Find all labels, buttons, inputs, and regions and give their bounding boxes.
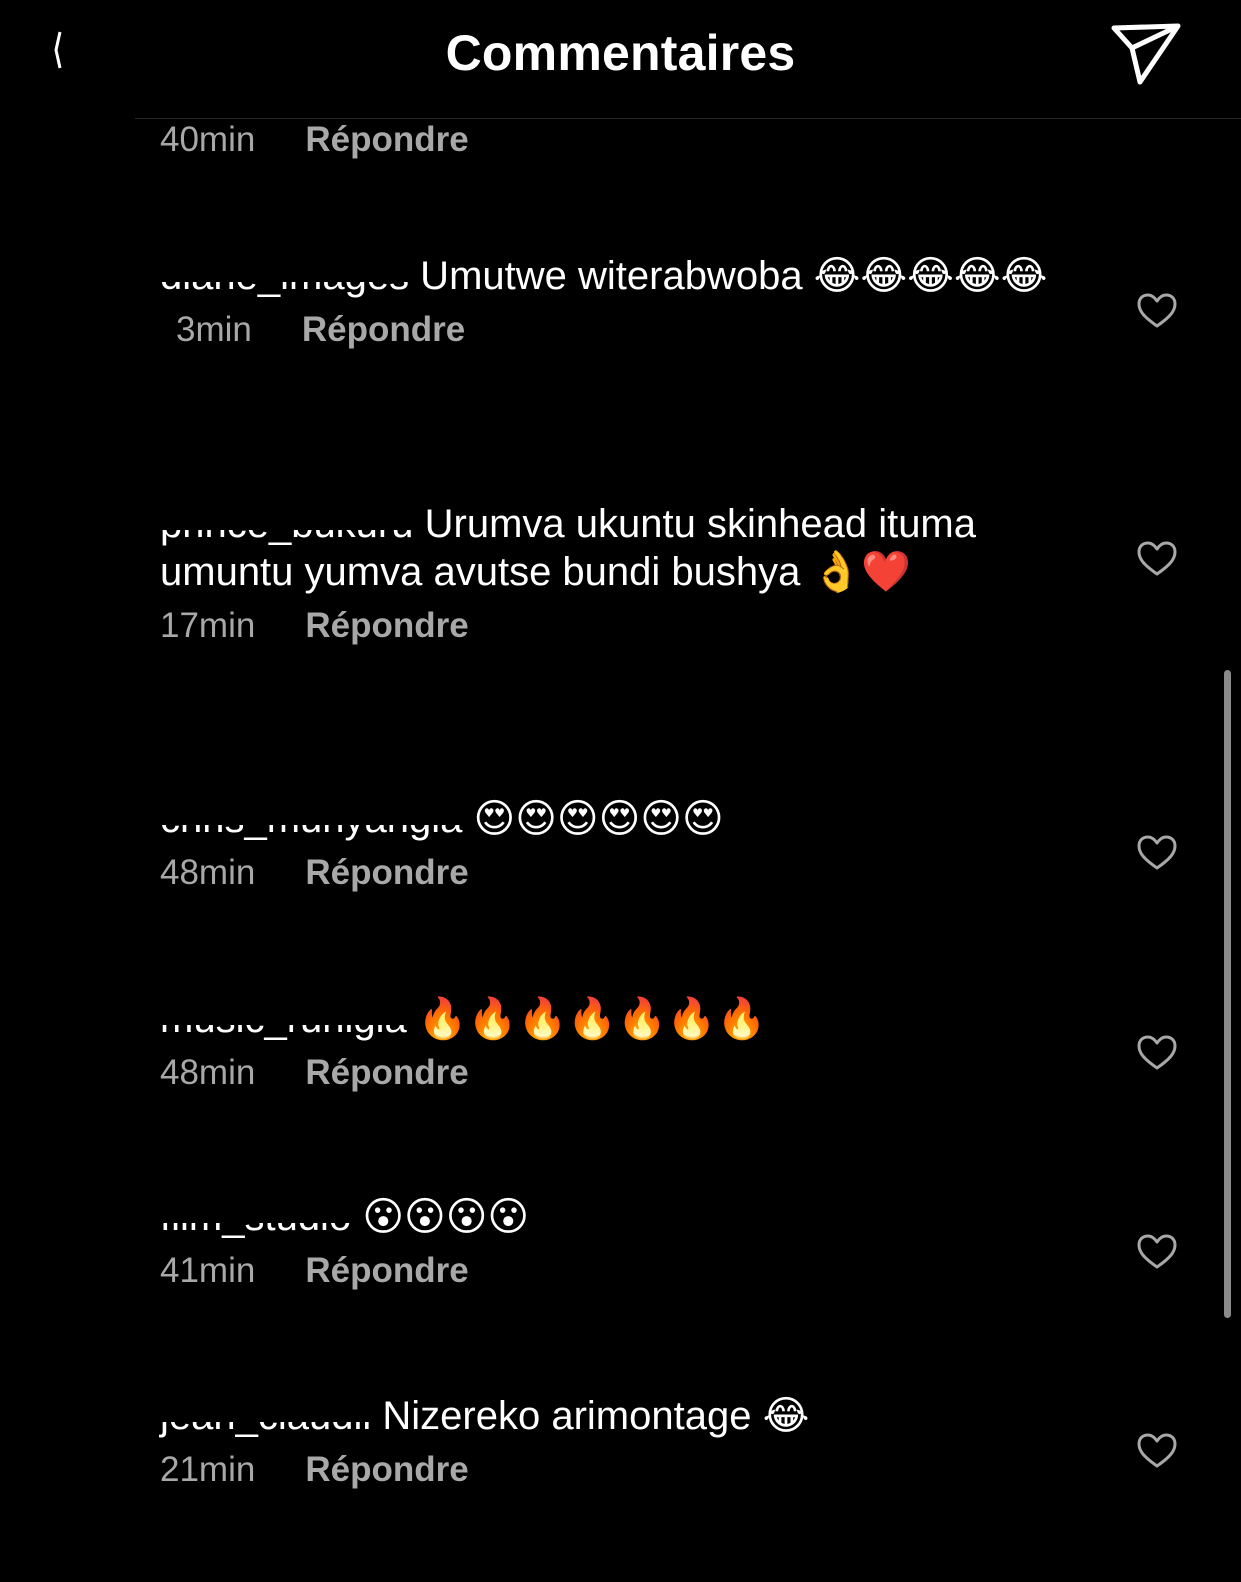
header: Commentaires (0, 0, 1241, 118)
comment-time: 17min (160, 606, 256, 645)
comment-time: 41min (160, 1251, 256, 1290)
page-title: Commentaires (445, 25, 796, 81)
heart-outline-icon[interactable] (1136, 1233, 1178, 1271)
comment-username[interactable]: prince_bukuru (156, 500, 418, 548)
comment-text: 🔥🔥🔥🔥🔥🔥🔥 (406, 997, 767, 1041)
comment-body: chris_munyangia 😍😍😍😍😍😍 (156, 795, 1080, 843)
heart-outline-icon[interactable] (1136, 540, 1178, 578)
reply-button[interactable]: Répondre (305, 1251, 468, 1291)
comment-time: 48min (160, 853, 256, 892)
heart-outline-icon[interactable] (1136, 834, 1178, 872)
username-redaction (156, 995, 411, 1025)
comment-item: diane_images Umutwe witerabwoba 😂😂😂😂😂 3m… (156, 252, 1080, 350)
comment-username[interactable]: chris_munyangia (156, 795, 467, 843)
comment-item: prince_bukuru Urumva ukuntu skinhead itu… (156, 500, 1080, 646)
reply-button[interactable]: Répondre (305, 120, 468, 160)
heart-outline-icon[interactable] (1136, 1034, 1178, 1072)
paper-plane-icon[interactable] (1110, 20, 1182, 86)
comment-time: 21min (160, 1450, 256, 1489)
comment-text: 😮😮😮😮 (351, 1195, 530, 1239)
reply-button[interactable]: Répondre (302, 310, 465, 350)
comment-text: Nizereko arimontage 😂 (371, 1394, 810, 1438)
username-redaction (156, 1392, 376, 1422)
comment-item: jean_claudii Nizereko arimontage 😂 21min… (156, 1392, 1080, 1490)
comment-username[interactable]: film_studio (156, 1193, 356, 1241)
heart-outline-icon[interactable] (1136, 1432, 1178, 1470)
reply-button[interactable]: Répondre (305, 1053, 468, 1093)
comment-text: 😍😍😍😍😍😍 (462, 797, 724, 841)
comment-time: 40min (160, 120, 256, 159)
comment-body: film_studio 😮😮😮😮 (156, 1193, 1080, 1241)
previous-comment-meta: 40min Répondre (160, 120, 1080, 160)
comment-item: chris_munyangia 😍😍😍😍😍😍 48min Répondre (156, 795, 1080, 893)
comment-item: film_studio 😮😮😮😮 41min Répondre (156, 1193, 1080, 1291)
reply-button[interactable]: Répondre (305, 853, 468, 893)
comment-text: Umutwe witerabwoba 😂😂😂😂😂 (409, 254, 1048, 298)
comment-time: 3min (176, 310, 252, 349)
comment-time: 48min (160, 1053, 256, 1092)
username-redaction (156, 795, 467, 825)
scrollbar[interactable] (1224, 670, 1231, 1318)
comment-item: music_ruhigia 🔥🔥🔥🔥🔥🔥🔥 48min Répondre (156, 995, 1080, 1093)
heart-outline-icon[interactable] (1136, 292, 1178, 330)
comment-body: jean_claudii Nizereko arimontage 😂 (156, 1392, 1080, 1440)
comment-username[interactable]: jean_claudii (156, 1392, 376, 1440)
username-redaction (156, 252, 414, 282)
username-redaction (156, 500, 418, 530)
comment-body: diane_images Umutwe witerabwoba 😂😂😂😂😂 (156, 252, 1080, 300)
header-divider (135, 118, 1241, 119)
comment-body: music_ruhigia 🔥🔥🔥🔥🔥🔥🔥 (156, 995, 1080, 1043)
reply-button[interactable]: Répondre (305, 606, 468, 646)
username-redaction (156, 1193, 356, 1223)
comment-username[interactable]: diane_images (156, 252, 414, 300)
reply-button[interactable]: Répondre (305, 1450, 468, 1490)
comment-body: prince_bukuru Urumva ukuntu skinhead itu… (156, 500, 1080, 596)
comment-username[interactable]: music_ruhigia (156, 995, 411, 1043)
